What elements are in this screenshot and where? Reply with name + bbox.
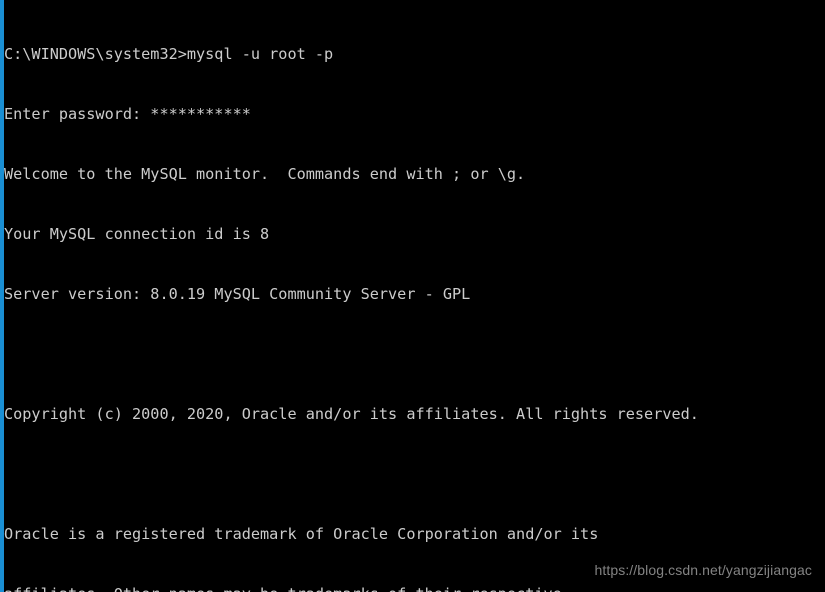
console-line: Your MySQL connection id is 8 xyxy=(4,225,270,243)
console-line: C:\WINDOWS\system32>mysql -u root -p xyxy=(4,45,334,63)
console-line: Copyright (c) 2000, 2020, Oracle and/or … xyxy=(4,405,699,423)
console-line: affiliates. Other names may be trademark… xyxy=(4,584,822,592)
console-window: C:\WINDOWS\system32>mysql -u root -p Ent… xyxy=(0,0,825,592)
console-line: Welcome to the MySQL monitor. Commands e… xyxy=(4,165,526,183)
console-line: Oracle is a registered trademark of Orac… xyxy=(4,525,599,543)
console-line: Enter password: *********** xyxy=(4,105,251,123)
console-line: Server version: 8.0.19 MySQL Community S… xyxy=(4,285,471,303)
watermark-url: https://blog.csdn.net/yangzijiangac xyxy=(594,562,812,578)
console-output-area[interactable]: C:\WINDOWS\system32>mysql -u root -p Ent… xyxy=(4,4,822,592)
